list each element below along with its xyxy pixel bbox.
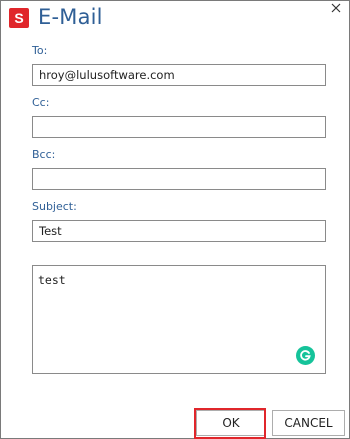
- subject-field[interactable]: [32, 220, 326, 242]
- cc-label: Cc:: [32, 96, 50, 109]
- cancel-button[interactable]: CANCEL: [272, 410, 345, 436]
- cc-field[interactable]: [32, 116, 326, 138]
- app-logo-icon: S: [9, 8, 29, 28]
- message-body-textarea[interactable]: [32, 265, 326, 374]
- to-label: To:: [32, 44, 48, 57]
- app-logo-letter: S: [14, 10, 24, 26]
- bcc-label: Bcc:: [32, 148, 56, 161]
- dialog-title: E-Mail: [38, 5, 103, 29]
- bcc-field[interactable]: [32, 168, 326, 190]
- email-dialog: S E-Mail To: Cc: Bcc: Subject: OK CANCEL: [0, 0, 350, 439]
- close-icon[interactable]: [329, 1, 343, 15]
- subject-label: Subject:: [32, 200, 77, 213]
- grammarly-icon[interactable]: [296, 346, 315, 365]
- ok-button[interactable]: OK: [196, 410, 266, 436]
- to-field[interactable]: [32, 64, 326, 86]
